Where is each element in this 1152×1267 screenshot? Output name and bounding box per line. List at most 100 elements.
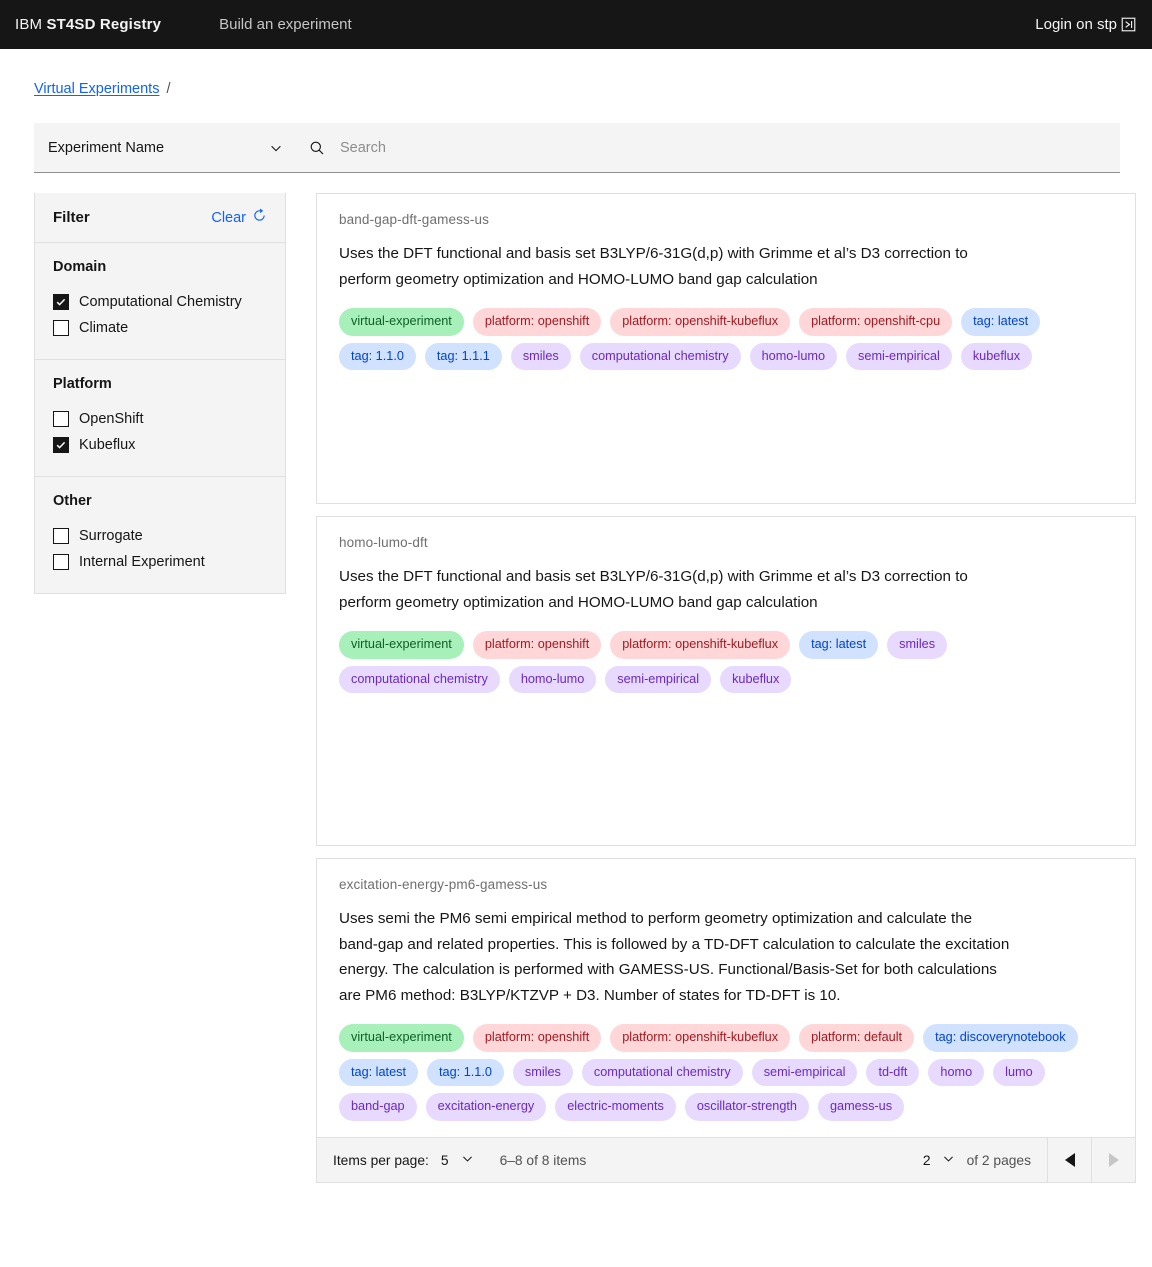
- experiment-tag[interactable]: kubeflux: [720, 665, 792, 694]
- caret-left-icon: [1064, 1153, 1075, 1168]
- filter-group-title: Other: [53, 493, 92, 509]
- experiment-card[interactable]: band-gap-dft-gamess-us Uses the DFT func…: [316, 193, 1136, 504]
- main-content: Filter Clear Domain Computational Chemis…: [0, 173, 1152, 1184]
- experiment-tag[interactable]: semi-empirical: [846, 342, 952, 371]
- experiment-tag[interactable]: virtual-experiment: [339, 308, 464, 336]
- pagination-range-text: 6–8 of 8 items: [499, 1152, 587, 1168]
- filter-checkbox-climate[interactable]: Climate: [53, 315, 267, 341]
- experiment-description: Uses the DFT functional and basis set B3…: [339, 245, 968, 288]
- experiment-tag[interactable]: platform: default: [799, 1024, 915, 1052]
- experiment-tag[interactable]: tag: latest: [961, 308, 1041, 336]
- experiment-tag[interactable]: tag: latest: [339, 1058, 419, 1087]
- filter-checkbox-computational-chemistry[interactable]: Computational Chemistry: [53, 289, 267, 315]
- experiment-tag[interactable]: electric-moments: [555, 1093, 676, 1122]
- experiment-tag[interactable]: tag: discoverynotebook: [923, 1024, 1078, 1052]
- filter-title: Filter: [53, 209, 90, 226]
- experiment-tag[interactable]: tag: latest: [799, 631, 879, 659]
- breadcrumb-link-virtual-experiments[interactable]: Virtual Experiments: [34, 81, 159, 97]
- experiment-tag[interactable]: kubeflux: [960, 342, 1033, 371]
- brand-name: ST4SD Registry: [46, 16, 162, 33]
- items-per-page-label: Items per page:: [333, 1152, 429, 1168]
- experiment-tag[interactable]: band-gap: [339, 1093, 417, 1122]
- filter-checkbox-surrogate[interactable]: Surrogate: [53, 523, 267, 549]
- experiment-id: excitation-energy-pm6-gamess-us: [339, 877, 548, 892]
- search-input[interactable]: [338, 138, 1068, 157]
- search-bar: Experiment Name: [34, 123, 1120, 173]
- page-total-text: of 2 pages: [966, 1152, 1031, 1168]
- experiment-tag[interactable]: platform: openshift-cpu: [799, 308, 953, 336]
- experiment-tag[interactable]: homo-lumo: [508, 665, 597, 694]
- clear-filters-label: Clear: [211, 209, 246, 226]
- search-icon: [309, 140, 325, 156]
- checkbox-icon: [53, 437, 69, 453]
- experiment-tag[interactable]: platform: openshift-kubeflux: [610, 308, 791, 336]
- filter-checkbox-internal-experiment[interactable]: Internal Experiment: [53, 549, 267, 575]
- filter-group-platform: Platform OpenShift Kubeflux: [35, 360, 285, 477]
- breadcrumb-separator: /: [166, 81, 171, 97]
- items-per-page-value: 5: [440, 1152, 449, 1168]
- experiment-tag[interactable]: lumo: [993, 1058, 1045, 1087]
- chevron-down-icon: [942, 1152, 955, 1168]
- items-per-page-select[interactable]: 5: [429, 1152, 488, 1168]
- filter-checkbox-label: Kubeflux: [79, 437, 136, 453]
- caret-right-icon: [1108, 1153, 1119, 1168]
- login-label: Login on stp: [1035, 16, 1117, 33]
- page-number-select[interactable]: 2: [911, 1152, 967, 1168]
- filter-checkbox-label: Climate: [79, 320, 129, 336]
- experiment-description: Uses semi the PM6 semi empirical method …: [339, 910, 1010, 1004]
- experiment-tag[interactable]: smiles: [512, 1058, 573, 1087]
- experiment-tag[interactable]: tag: 1.1.1: [424, 342, 502, 371]
- experiment-tag[interactable]: smiles: [887, 631, 948, 659]
- experiment-tag[interactable]: virtual-experiment: [339, 1024, 464, 1052]
- login-button[interactable]: Login on stp: [1035, 16, 1136, 33]
- search-field-select[interactable]: Experiment Name: [34, 123, 297, 172]
- checkbox-icon: [53, 554, 69, 570]
- filter-panel: Filter Clear Domain Computational Chemis…: [34, 193, 286, 594]
- breadcrumb: Virtual Experiments /: [0, 49, 1152, 97]
- filter-checkbox-label: Internal Experiment: [79, 554, 205, 570]
- checkbox-icon: [53, 294, 69, 310]
- experiment-tag[interactable]: gamess-us: [817, 1093, 905, 1122]
- experiment-tag[interactable]: homo: [928, 1058, 985, 1087]
- experiment-tag[interactable]: platform: openshift: [472, 631, 602, 659]
- experiment-tag[interactable]: computational chemistry: [581, 1058, 743, 1087]
- previous-page-button[interactable]: [1047, 1138, 1091, 1183]
- search-area: [297, 123, 1120, 172]
- experiment-tag[interactable]: oscillator-strength: [684, 1093, 809, 1122]
- experiment-tag[interactable]: platform: openshift: [472, 308, 602, 336]
- experiment-tag[interactable]: platform: openshift-kubeflux: [610, 1024, 791, 1052]
- filter-checkbox-openshift[interactable]: OpenShift: [53, 406, 267, 432]
- search-field-select-value: Experiment Name: [48, 139, 165, 156]
- pagination-right: 2 of 2 pages: [911, 1138, 1135, 1183]
- experiment-tag[interactable]: td-dft: [866, 1058, 920, 1087]
- experiment-tag[interactable]: semi-empirical: [605, 665, 712, 694]
- filter-group-title: Platform: [53, 376, 112, 392]
- checkbox-icon: [53, 320, 69, 336]
- experiment-tags: virtual-experiment platform: openshift pla…: [339, 1024, 1113, 1122]
- filter-checkbox-kubeflux[interactable]: Kubeflux: [53, 432, 267, 458]
- experiment-tag[interactable]: homo-lumo: [749, 342, 838, 371]
- nav-build-an-experiment[interactable]: Build an experiment: [219, 16, 352, 33]
- filter-group-other: Other Surrogate Internal Experiment: [35, 477, 285, 593]
- experiment-tag[interactable]: computational chemistry: [339, 665, 500, 694]
- experiment-tag[interactable]: platform: openshift: [472, 1024, 602, 1052]
- brand-logo[interactable]: IBM ST4SD Registry: [15, 16, 161, 33]
- experiment-tag[interactable]: computational chemistry: [579, 342, 741, 371]
- experiment-card[interactable]: excitation-energy-pm6-gamess-us Uses sem…: [316, 858, 1136, 1138]
- experiment-tag[interactable]: tag: 1.1.0: [427, 1058, 504, 1087]
- clear-filters-button[interactable]: Clear: [211, 208, 267, 227]
- chevron-down-icon: [461, 1152, 474, 1168]
- experiment-tag[interactable]: excitation-energy: [425, 1093, 547, 1122]
- experiment-tag[interactable]: platform: openshift-kubeflux: [610, 631, 791, 659]
- experiment-id: band-gap-dft-gamess-us: [339, 212, 490, 227]
- filter-group-title: Domain: [53, 259, 107, 275]
- experiment-card[interactable]: homo-lumo-dft Uses the DFT functional an…: [316, 516, 1136, 846]
- filter-checkbox-label: OpenShift: [79, 411, 144, 427]
- experiment-tag[interactable]: smiles: [510, 342, 571, 371]
- brand-prefix: IBM: [15, 16, 43, 33]
- launch-icon: [1121, 17, 1136, 32]
- experiment-tag[interactable]: semi-empirical: [751, 1058, 858, 1087]
- experiment-tag[interactable]: tag: 1.1.0: [339, 342, 416, 371]
- chevron-down-icon: [269, 141, 283, 155]
- experiment-tag[interactable]: virtual-experiment: [339, 631, 464, 659]
